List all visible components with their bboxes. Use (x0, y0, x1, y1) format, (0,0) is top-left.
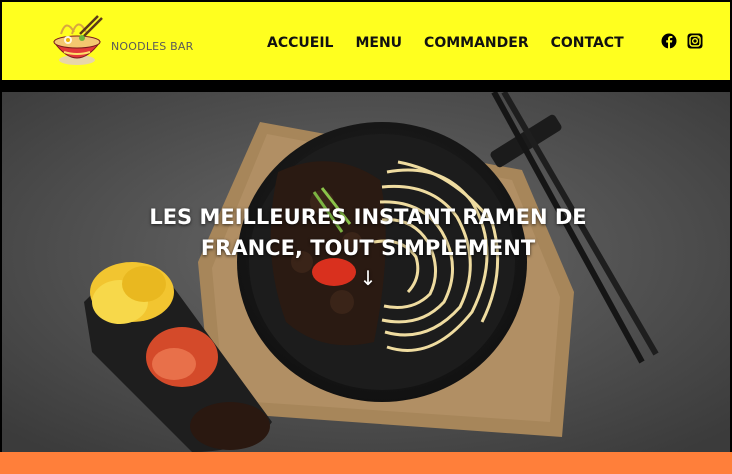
main-nav: ACCUEIL MENU COMMANDER CONTACT (267, 35, 624, 51)
nav-accueil[interactable]: ACCUEIL (267, 35, 333, 51)
hero-section: LES MEILLEURES INSTANT RAMEN DE FRANCE, … (0, 92, 732, 452)
scroll-down-arrow-icon[interactable]: ↓ (358, 266, 378, 290)
header-divider (0, 80, 732, 92)
facebook-icon[interactable] (661, 33, 677, 49)
brand-name[interactable]: NOODLES BAR (111, 40, 194, 53)
noodle-bowl-logo-icon[interactable] (46, 12, 108, 72)
nav-contact[interactable]: CONTACT (551, 35, 624, 51)
nav-menu[interactable]: MENU (355, 35, 402, 51)
hero-title: LES MEILLEURES INSTANT RAMEN DE FRANCE, … (149, 205, 587, 260)
nav-commander[interactable]: COMMANDER (424, 35, 529, 51)
social-links (661, 33, 703, 49)
site-header: NOODLES BAR ACCUEIL MENU COMMANDER CONTA… (0, 0, 732, 80)
instagram-icon[interactable] (687, 33, 703, 49)
orange-section-strip (0, 452, 732, 474)
